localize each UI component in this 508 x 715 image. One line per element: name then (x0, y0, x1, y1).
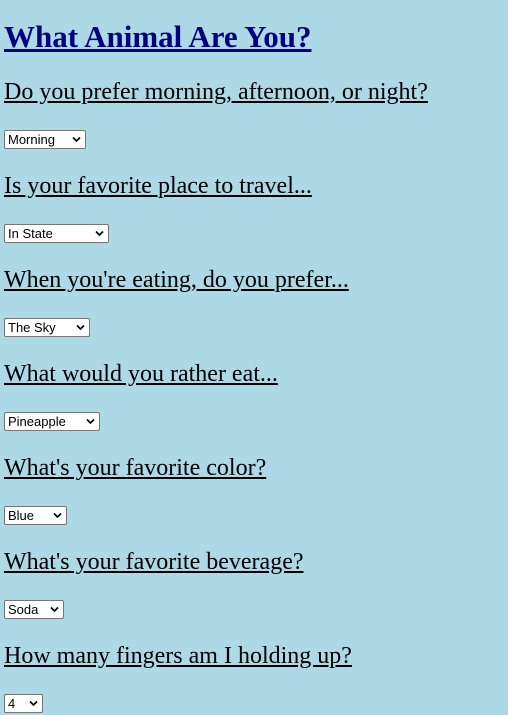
question-travel-place: Is your favorite place to travel... (4, 173, 312, 199)
travel-place-select[interactable]: In State (4, 224, 109, 243)
select-value: The Sky (8, 320, 56, 335)
select-value: Morning (8, 132, 55, 147)
question-food: What would you rather eat... (4, 361, 278, 387)
chevron-down-icon (76, 324, 85, 331)
chevron-down-icon (53, 512, 62, 519)
color-select[interactable]: Blue (4, 506, 67, 525)
select-value: 4 (8, 696, 16, 711)
food-select[interactable]: Pineapple (4, 412, 100, 431)
page-title: What Animal Are You? (4, 19, 312, 54)
question-color: What's your favorite color? (4, 455, 267, 481)
select-value: In State (8, 226, 53, 241)
chevron-down-icon (86, 418, 95, 425)
chevron-down-icon (29, 700, 38, 707)
question-time-of-day: Do you prefer morning, afternoon, or nig… (4, 79, 428, 105)
select-value: Soda (8, 602, 39, 617)
select-value: Pineapple (8, 414, 66, 429)
question-eating-place: When you're eating, do you prefer... (4, 267, 349, 293)
question-beverage: What's your favorite beverage? (4, 549, 304, 575)
question-fingers: How many fingers am I holding up? (4, 643, 352, 669)
eating-place-select[interactable]: The Sky (4, 318, 90, 337)
chevron-down-icon (95, 230, 104, 237)
fingers-select[interactable]: 4 (4, 694, 43, 713)
chevron-down-icon (72, 136, 81, 143)
beverage-select[interactable]: Soda (4, 600, 64, 619)
chevron-down-icon (50, 606, 59, 613)
select-value: Blue (8, 508, 35, 523)
time-of-day-select[interactable]: Morning (4, 130, 86, 149)
